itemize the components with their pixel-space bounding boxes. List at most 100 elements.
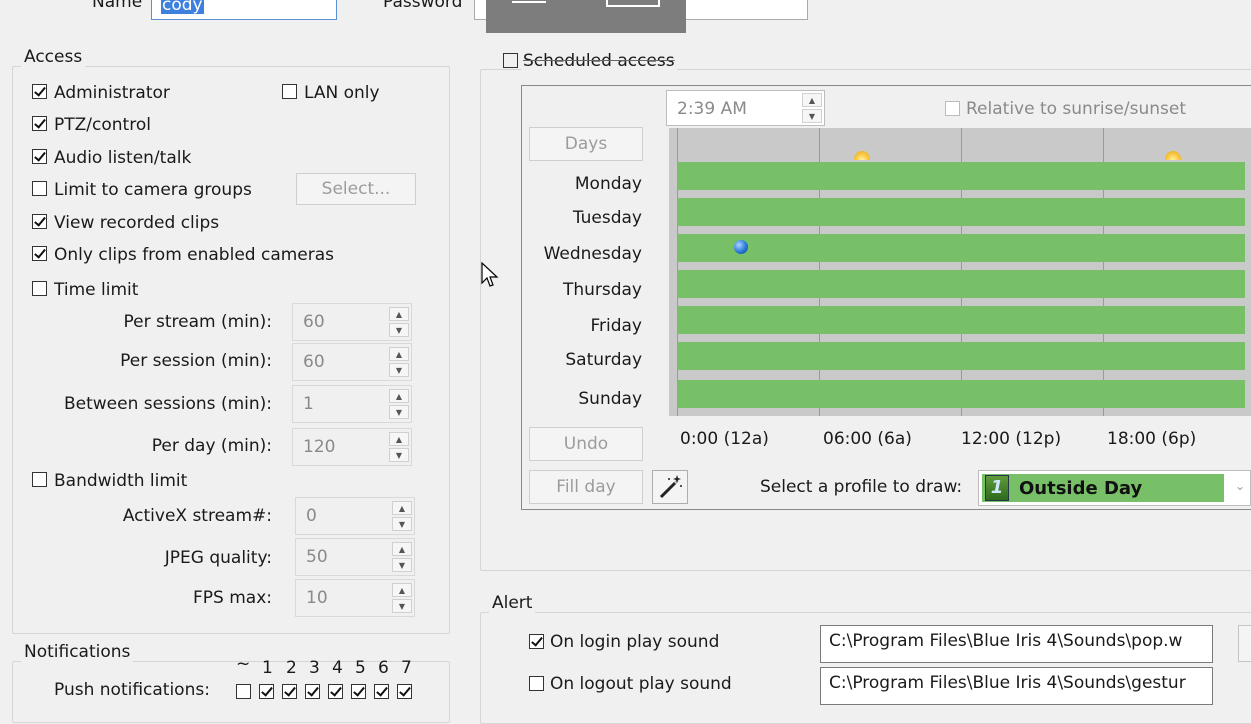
scheduled-access-title: Scheduled access: [521, 51, 677, 71]
spin-up-icon[interactable]: ▲: [389, 347, 409, 361]
scheduled-access-checkbox[interactable]: [503, 53, 518, 68]
select-groups-button[interactable]: Select...: [296, 173, 416, 205]
only-enabled-label: Only clips from enabled cameras: [54, 245, 335, 265]
chevron-down-icon[interactable]: ⌄: [1235, 479, 1245, 493]
time-limit-checkbox[interactable]: [32, 281, 47, 296]
per-day-spinner[interactable]: 120 ▲ ▼: [292, 428, 412, 466]
logout-sound-path-input[interactable]: C:\Program Files\Blue Iris 4\Sounds\gest…: [820, 667, 1213, 705]
spin-up-icon[interactable]: ▲: [392, 542, 412, 556]
fill-day-button[interactable]: Fill day: [529, 470, 643, 504]
profile-number: 1: [990, 477, 1004, 498]
spin-up-icon[interactable]: ▲: [389, 432, 409, 446]
profile-header-5: 5: [355, 658, 366, 678]
spin-down-icon[interactable]: ▼: [392, 599, 412, 613]
login-sound-path-input[interactable]: C:\Program Files\Blue Iris 4\Sounds\pop.…: [820, 625, 1213, 663]
ptz-control-label: PTZ/control: [54, 115, 151, 135]
spin-up-icon[interactable]: ▲: [392, 583, 412, 597]
sunrise-icon: [854, 151, 870, 160]
audio-checkbox[interactable]: [32, 149, 47, 164]
time-limit-label: Time limit: [54, 280, 139, 300]
logout-sound-checkbox[interactable]: [529, 676, 544, 691]
days-button[interactable]: Days: [529, 127, 643, 161]
magic-wand-button[interactable]: [652, 470, 688, 504]
per-session-label: Per session (min):: [120, 351, 272, 371]
activex-value: 0: [306, 506, 317, 526]
between-sessions-value: 1: [303, 394, 314, 414]
push-profile-7-checkbox[interactable]: [397, 684, 412, 699]
name-input-selection: cody: [161, 0, 204, 14]
schedule-bar-saturday[interactable]: [677, 342, 1245, 370]
profile-header-6: 6: [378, 658, 389, 678]
push-profile-tilde-checkbox[interactable]: [236, 684, 251, 699]
spin-up-icon[interactable]: ▲: [392, 501, 412, 515]
jpeg-quality-label: JPEG quality:: [164, 548, 272, 568]
profile-header-1: 1: [262, 658, 273, 678]
spin-down-icon[interactable]: ▼: [389, 323, 409, 337]
profile-select[interactable]: 1 Outside Day ⌄: [978, 470, 1251, 506]
only-enabled-checkbox[interactable]: [32, 246, 47, 261]
push-profile-3-checkbox[interactable]: [305, 684, 320, 699]
password-label: Password: [383, 0, 463, 12]
alert-title: Alert: [489, 593, 536, 613]
lan-only-label: LAN only: [304, 83, 380, 103]
fps-max-spinner[interactable]: 10 ▲ ▼: [295, 579, 415, 617]
day-label-monday: Monday: [574, 174, 642, 194]
per-stream-value: 60: [303, 312, 325, 332]
per-day-label: Per day (min):: [151, 436, 272, 456]
spin-up-icon[interactable]: ▲: [389, 307, 409, 321]
schedule-bar-sunday[interactable]: [677, 380, 1245, 408]
per-stream-spinner[interactable]: 60 ▲ ▼: [292, 303, 412, 341]
schedule-bar-monday[interactable]: [677, 162, 1245, 190]
name-input[interactable]: cody: [151, 0, 337, 20]
push-profile-1-checkbox[interactable]: [259, 684, 274, 699]
schedule-bar-tuesday[interactable]: [677, 198, 1245, 226]
activex-label: ActiveX stream#:: [122, 506, 272, 526]
time-axis-2: 12:00 (12p): [961, 429, 1062, 449]
login-sound-checkbox[interactable]: [529, 634, 544, 649]
day-label-wednesday: Wednesday: [543, 244, 642, 264]
bandwidth-limit-checkbox[interactable]: [32, 472, 47, 487]
push-profile-2-checkbox[interactable]: [282, 684, 297, 699]
spin-down-icon[interactable]: ▼: [392, 558, 412, 572]
schedule-bar-friday[interactable]: [677, 306, 1245, 334]
per-session-value: 60: [303, 352, 325, 372]
administrator-label: Administrator: [54, 83, 170, 103]
lan-only-checkbox[interactable]: [282, 84, 297, 99]
push-notifications-label: Push notifications:: [54, 680, 210, 700]
profile-header-tilde: ~: [236, 654, 251, 674]
fps-max-label: FPS max:: [193, 588, 272, 608]
relative-sunrise-label: Relative to sunrise/sunset: [966, 99, 1186, 119]
push-profile-6-checkbox[interactable]: [374, 684, 389, 699]
logout-sound-label: On logout play sound: [550, 674, 732, 694]
login-browse-button[interactable]: [1238, 625, 1251, 662]
profile-name: Outside Day: [1019, 478, 1143, 499]
per-session-spinner[interactable]: 60 ▲ ▼: [292, 343, 412, 381]
administrator-checkbox[interactable]: [32, 84, 47, 99]
drag-overlay: [486, 0, 686, 33]
profile-number-icon: 1: [985, 475, 1009, 501]
push-profile-5-checkbox[interactable]: [351, 684, 366, 699]
push-profile-4-checkbox[interactable]: [328, 684, 343, 699]
spin-up-icon[interactable]: ▲: [802, 93, 822, 107]
time-value: 2:39 AM: [677, 99, 747, 119]
ptz-control-checkbox[interactable]: [32, 116, 47, 131]
activex-spinner[interactable]: 0 ▲ ▼: [295, 497, 415, 535]
view-clips-checkbox[interactable]: [32, 214, 47, 229]
spin-up-icon[interactable]: ▲: [389, 389, 409, 403]
between-sessions-spinner[interactable]: 1 ▲ ▼: [292, 385, 412, 423]
spin-down-icon[interactable]: ▼: [392, 517, 412, 531]
login-sound-label: On login play sound: [550, 632, 720, 652]
name-label: Name: [92, 0, 143, 12]
limit-groups-checkbox[interactable]: [32, 181, 47, 196]
day-label-friday: Friday: [590, 316, 642, 336]
relative-sunrise-checkbox[interactable]: [945, 101, 960, 116]
schedule-bar-wednesday[interactable]: [677, 234, 1245, 262]
schedule-bar-thursday[interactable]: [677, 270, 1245, 298]
undo-button[interactable]: Undo: [529, 427, 643, 461]
spin-down-icon[interactable]: ▼: [389, 405, 409, 419]
time-spinner[interactable]: 2:39 AM ▲ ▼: [666, 90, 825, 126]
spin-down-icon[interactable]: ▼: [802, 109, 822, 123]
spin-down-icon[interactable]: ▼: [389, 448, 409, 462]
jpeg-quality-spinner[interactable]: 50 ▲ ▼: [295, 538, 415, 576]
spin-down-icon[interactable]: ▼: [389, 363, 409, 377]
